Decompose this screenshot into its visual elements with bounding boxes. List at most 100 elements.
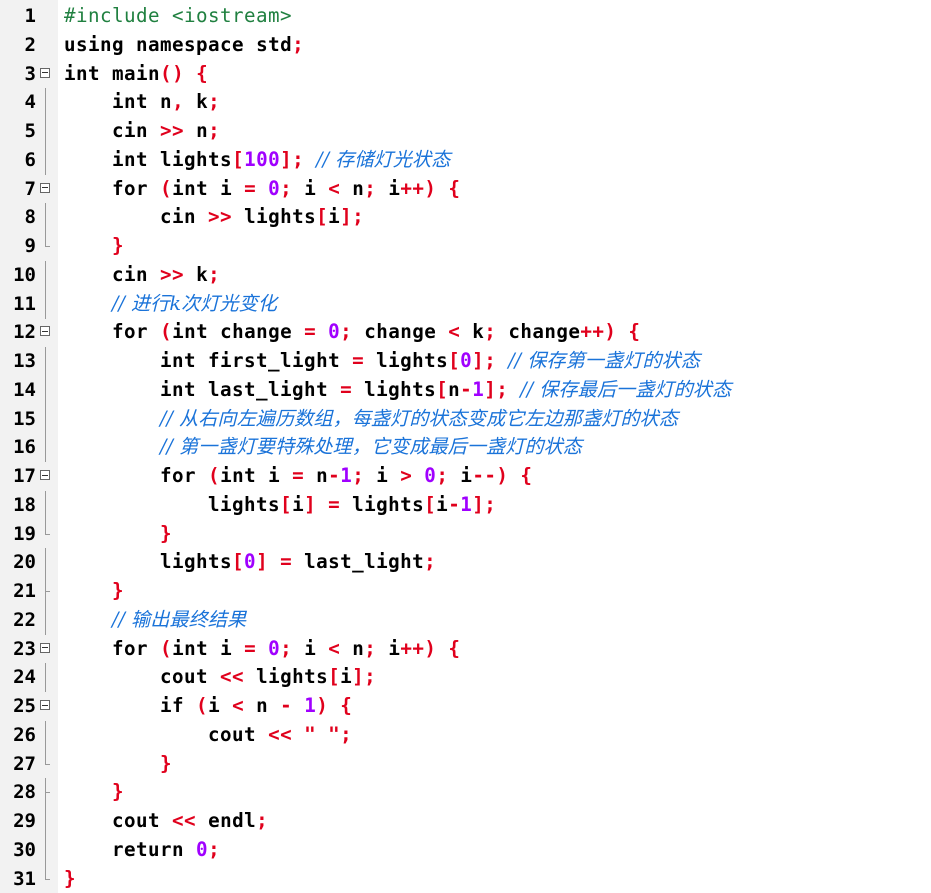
fold-guide (39, 404, 53, 434)
code-line[interactable]: 1 #include <iostream> (0, 2, 931, 31)
code-text: } (64, 866, 77, 890)
code-line[interactable]: 3 int main() { (0, 60, 931, 89)
code-line[interactable]: 30 return 0; (0, 835, 931, 865)
line-number: 24 (13, 666, 36, 689)
code-text: int main() { (64, 61, 209, 85)
code-text: for (int change = 0; change < k; change+… (112, 320, 641, 344)
line-number: 18 (13, 493, 36, 516)
line-number: 30 (13, 838, 36, 861)
line-number: 21 (13, 580, 36, 602)
line-number: 19 (13, 522, 36, 545)
line-number: 11 (13, 292, 36, 315)
code-text: cin >> k; (112, 262, 221, 286)
code-text: } (112, 780, 125, 804)
fold-guide (39, 232, 53, 261)
code-line[interactable]: 6 int lights[100]; // 存储灯光状态 (0, 145, 931, 175)
code-line[interactable]: 25 if (i < n - 1) { (0, 692, 931, 721)
fold-guide (39, 864, 53, 893)
code-text: } (112, 579, 125, 602)
code-text: } (160, 751, 173, 775)
fold-guide (39, 663, 53, 692)
code-text: for (int i = 0; i < n; i++) { (112, 176, 461, 200)
fold-guide (39, 433, 53, 462)
line-number: 6 (24, 148, 36, 171)
fold-guide (39, 807, 53, 836)
code-text: int last_light = lights[n-1]; // 保存最后一盏灯… (160, 377, 732, 401)
line-number: 3 (24, 62, 36, 85)
line-number: 1 (24, 5, 36, 27)
code-editor[interactable]: 1 #include <iostream> 2 using namespace std… (0, 0, 931, 893)
code-line[interactable]: 21 } (0, 577, 931, 606)
code-line[interactable]: 18 lights[i] = lights[i-1]; (0, 490, 931, 520)
fold-toggle-icon[interactable] (39, 635, 53, 664)
fold-toggle-icon[interactable] (39, 462, 53, 491)
code-line[interactable]: 9 } (0, 232, 931, 261)
fold-guide (39, 203, 53, 232)
fold-toggle-icon[interactable] (39, 318, 53, 347)
code-line[interactable]: 14 int last_light = lights[n-1]; // 保存最后… (0, 375, 931, 405)
fold-guide (39, 577, 53, 606)
fold-guide (39, 519, 53, 549)
code-line[interactable]: 4 int n, k; (0, 88, 931, 117)
code-line[interactable]: 13 int first_light = lights[0]; // 保存第一盏… (0, 347, 931, 376)
fold-guide (39, 375, 53, 405)
fold-toggle-icon[interactable] (39, 60, 53, 89)
code-line[interactable]: 27 } (0, 749, 931, 779)
code-line[interactable]: 12 for (int change = 0; change < k; chan… (0, 318, 931, 347)
fold-guide (39, 490, 53, 520)
fold-guide (39, 720, 53, 750)
line-number: 7 (24, 177, 36, 200)
code-text: cin >> n; (112, 119, 221, 142)
code-line[interactable]: 11 // 进行k次灯光变化 (0, 289, 931, 319)
fold-guide (39, 289, 53, 319)
line-number: 13 (13, 350, 36, 372)
code-line[interactable]: 8 cin >> lights[i]; (0, 203, 931, 232)
line-number: 25 (13, 695, 36, 717)
code-line[interactable]: 7 for (int i = 0; i < n; i++) { (0, 175, 931, 204)
code-line[interactable]: 5 cin >> n; (0, 117, 931, 146)
code-line[interactable]: 2 using namespace std; (0, 31, 931, 60)
code-text: if (i < n - 1) { (160, 694, 353, 717)
code-text: } (160, 521, 173, 545)
code-text: cout << " "; (208, 722, 353, 746)
fold-guide (39, 749, 53, 779)
line-number: 16 (13, 436, 36, 459)
line-number: 9 (24, 235, 36, 257)
code-line[interactable]: 24 cout << lights[i]; (0, 663, 931, 692)
code-line[interactable]: 20 lights[0] = last_light; (0, 548, 931, 577)
line-number: 2 (24, 33, 36, 56)
code-text: #include <iostream> (64, 4, 293, 27)
line-number: 12 (13, 321, 36, 344)
code-text: for (int i = n-1; i > 0; i--) { (160, 464, 533, 487)
fold-guide (39, 145, 53, 175)
line-number: 20 (13, 551, 36, 574)
code-text: int n, k; (112, 90, 221, 114)
code-text: lights[i] = lights[i-1]; (208, 492, 497, 516)
code-line[interactable]: 29 cout << endl; (0, 807, 931, 836)
fold-toggle-icon[interactable] (39, 175, 53, 204)
line-number: 29 (13, 810, 36, 832)
line-number: 10 (13, 263, 36, 286)
code-line[interactable]: 31} (0, 864, 931, 893)
code-line[interactable]: 19 } (0, 519, 931, 549)
line-number: 22 (13, 608, 36, 631)
code-text: cout << lights[i]; (160, 665, 377, 689)
code-line[interactable]: 15 // 从右向左遍历数组，每盏灯的状态变成它左边那盏灯的状态 (0, 404, 931, 434)
code-line[interactable]: 10 cin >> k; (0, 260, 931, 290)
line-number: 26 (13, 723, 36, 746)
code-line[interactable]: 22 // 输出最终结果 (0, 605, 931, 635)
code-line[interactable]: 16 // 第一盏灯要特殊处理，它变成最后一盏灯的状态 (0, 433, 931, 462)
code-text: cout << endl; (112, 809, 269, 832)
line-number: 28 (13, 781, 36, 804)
code-line[interactable]: 23 for (int i = 0; i < n; i++) { (0, 635, 931, 664)
fold-toggle-icon[interactable] (39, 692, 53, 721)
code-text: int first_light = lights[0]; // 保存第一盏灯的状… (160, 349, 700, 372)
line-number: 8 (24, 206, 36, 229)
code-line[interactable]: 26 cout << " "; (0, 720, 931, 750)
line-number: 23 (13, 637, 36, 660)
code-text: // 输出最终结果 (112, 607, 247, 631)
code-line[interactable]: 17 for (int i = n-1; i > 0; i--) { (0, 462, 931, 491)
code-text: // 进行k次灯光变化 (112, 291, 277, 315)
code-line[interactable]: 28 } (0, 778, 931, 807)
line-number: 14 (13, 378, 36, 401)
